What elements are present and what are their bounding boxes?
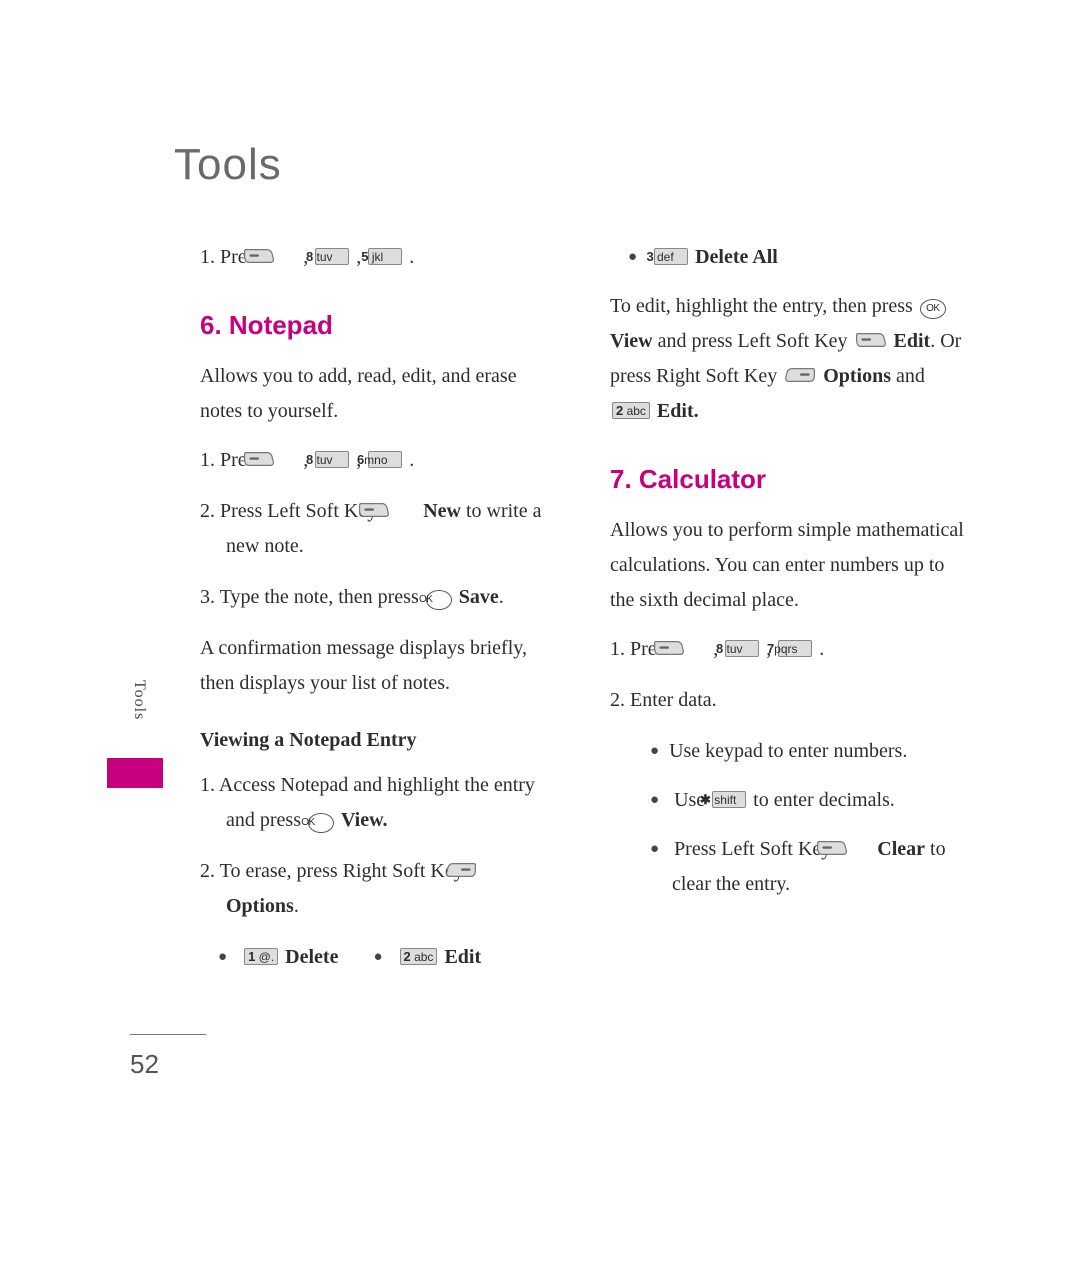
section-title-notepad: 6. Notepad xyxy=(200,303,560,349)
step: 2. Press Left Soft Key New to write a ne… xyxy=(200,494,560,564)
ok-key-icon: OK xyxy=(308,813,334,833)
content-columns: 1. Press , 8 tuv , 5 jkl . 6. Notepad Al… xyxy=(200,240,970,975)
section-intro: Allows you to add, read, edit, and erase… xyxy=(200,359,560,429)
key-6: 6mno xyxy=(368,451,402,468)
left-softkey-icon xyxy=(269,241,301,257)
side-tab-label: Tools xyxy=(130,680,148,720)
option-delete-all: 3 def Delete All xyxy=(628,240,970,275)
key-star: ✱ shift xyxy=(712,791,746,808)
bullet-item: Press Left Soft Key Clear to clear the e… xyxy=(650,832,970,902)
right-softkey-icon xyxy=(784,360,816,376)
section-intro: Allows you to perform simple mathematica… xyxy=(610,513,970,618)
step: 3. Type the note, then press OK Save. xyxy=(200,580,560,615)
step: 1. Access Notepad and highlight the entr… xyxy=(200,768,560,838)
key-2: 2 abc xyxy=(400,948,438,965)
option-delete: 1 @. Delete xyxy=(218,940,338,975)
key-2: 2 abc xyxy=(612,402,650,419)
edit-instructions: To edit, highlight the entry, then press… xyxy=(610,289,970,429)
ok-key-icon: OK xyxy=(920,299,946,319)
key-8: 8 tuv xyxy=(315,451,349,468)
key-3: 3 def xyxy=(654,248,688,265)
subheading: Viewing a Notepad Entry xyxy=(200,723,560,758)
side-tab-mark xyxy=(107,758,163,788)
left-softkey-icon xyxy=(384,495,416,511)
footer-rule xyxy=(130,1034,206,1035)
bullet-item: Use ✱ shift to enter decimals. xyxy=(650,783,970,818)
left-softkey-icon xyxy=(679,633,711,649)
right-column: 3 def Delete All To edit, highlight the … xyxy=(610,240,970,975)
key-8: 8 tuv xyxy=(315,248,349,265)
step-note: A confirmation message displays briefly,… xyxy=(200,631,560,701)
key-5: 5 jkl xyxy=(368,248,402,265)
key-7: 7pqrs xyxy=(778,640,812,657)
left-softkey-icon xyxy=(855,325,887,341)
manual-page: Tools Tools 1. Press , 8 tuv , 5 jkl . 6… xyxy=(0,0,1080,1270)
ok-key-icon: OK xyxy=(426,590,452,610)
step: 1. Press , 8 tuv , 6mno . xyxy=(200,443,560,478)
key-8: 8 tuv xyxy=(725,640,759,657)
section-title-calculator: 7. Calculator xyxy=(610,457,970,503)
inline-options: 1 @. Delete 2 abc Edit xyxy=(218,940,560,975)
step: 2. Enter data. xyxy=(610,683,970,718)
step: 1. Press , 8 tuv , 5 jkl . xyxy=(200,240,560,275)
step: 2. To erase, press Right Soft Key Option… xyxy=(200,854,560,924)
step: 1. Press , 8 tuv , 7pqrs . xyxy=(610,632,970,667)
key-1: 1 @. xyxy=(244,948,278,965)
right-softkey-icon xyxy=(471,855,503,871)
bullet-item: Use keypad to enter numbers. xyxy=(650,734,970,769)
page-number: 52 xyxy=(130,1049,159,1080)
left-softkey-icon xyxy=(269,444,301,460)
left-column: 1. Press , 8 tuv , 5 jkl . 6. Notepad Al… xyxy=(200,240,560,975)
option-edit: 2 abc Edit xyxy=(373,940,481,975)
left-softkey-icon xyxy=(838,833,870,849)
chapter-title: Tools xyxy=(174,140,970,190)
